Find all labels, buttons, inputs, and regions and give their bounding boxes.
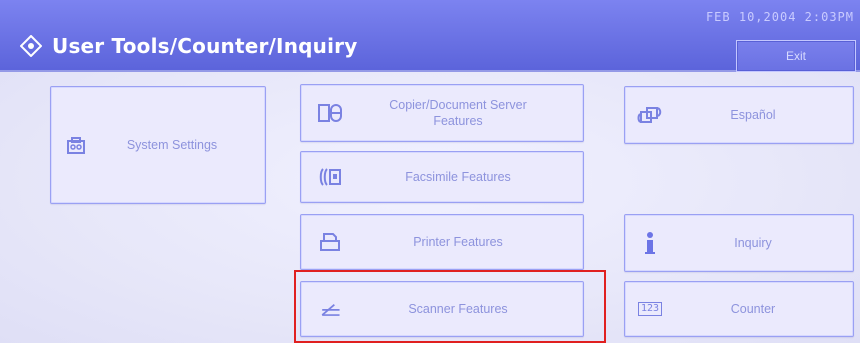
header-title-group: User Tools/Counter/Inquiry — [19, 34, 358, 58]
copier-document-server-label: Copier/Document Server Features — [389, 98, 527, 128]
user-tools-icon — [19, 34, 43, 58]
language-espanol-label: Español — [730, 108, 776, 122]
copier-icon — [317, 100, 343, 126]
fax-icon — [317, 164, 343, 190]
inquiry-label: Inquiry — [734, 236, 772, 250]
exit-button[interactable]: Exit — [736, 40, 856, 72]
toolbox-icon — [63, 132, 89, 158]
page-title: User Tools/Counter/Inquiry — [52, 34, 358, 58]
printer-features-label: Printer Features — [413, 235, 503, 249]
language-icon — [637, 102, 663, 128]
system-settings-button[interactable]: System Settings — [50, 86, 266, 204]
printer-icon — [317, 229, 343, 255]
scanner-features-label: Scanner Features — [408, 302, 508, 316]
counter-icon-text: 123 — [637, 302, 663, 316]
header-bar: User Tools/Counter/Inquiry FEB 10,2004 2… — [0, 0, 860, 72]
counter-label: Counter — [730, 302, 776, 316]
copier-document-server-button[interactable]: Copier/Document Server Features — [300, 84, 584, 142]
inquiry-button[interactable]: Inquiry — [624, 214, 854, 272]
printer-features-button[interactable]: Printer Features — [300, 214, 584, 270]
system-settings-label: System Settings — [126, 138, 218, 152]
counter-button[interactable]: 123 Counter — [624, 281, 854, 337]
exit-button-label: Exit — [785, 49, 806, 63]
info-icon — [637, 230, 663, 256]
facsimile-features-button[interactable]: Facsimile Features — [300, 151, 584, 203]
datetime-display: FEB 10,2004 2:03PM — [705, 10, 854, 24]
scanner-icon — [317, 296, 343, 322]
scanner-features-button[interactable]: Scanner Features — [300, 281, 584, 337]
facsimile-features-label: Facsimile Features — [405, 170, 511, 184]
language-espanol-button[interactable]: Español — [624, 86, 854, 144]
counter-icon: 123 — [637, 296, 663, 322]
